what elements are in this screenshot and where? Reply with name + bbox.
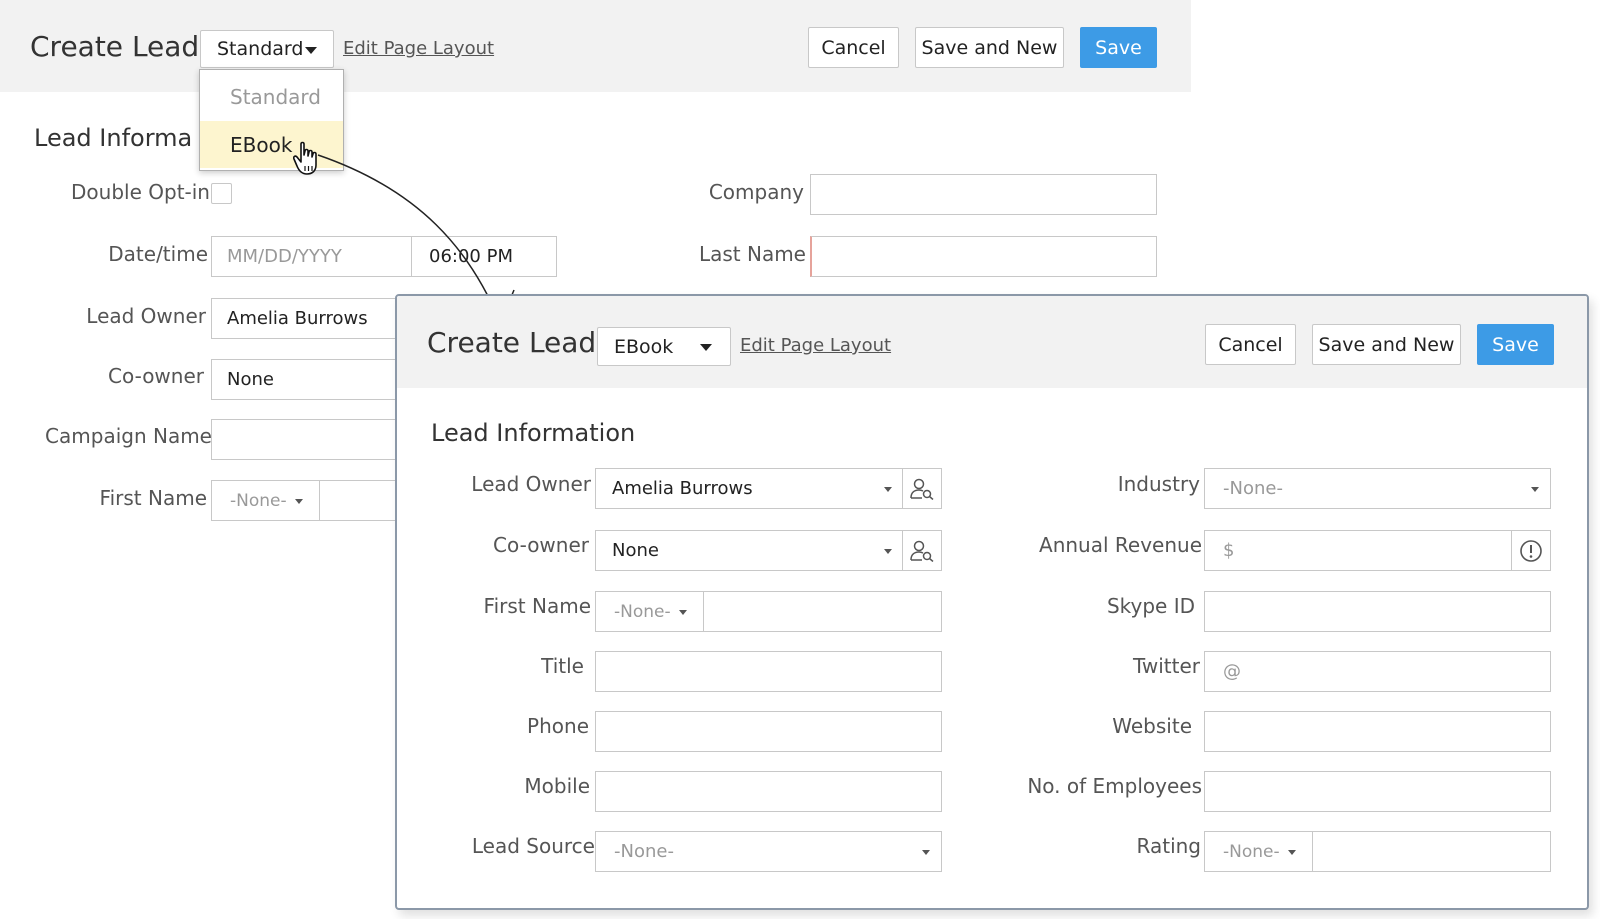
skype-id-input[interactable] (1204, 591, 1551, 632)
modal-layout-select[interactable]: EBook (597, 327, 731, 366)
first-name-label: First Name (483, 594, 591, 618)
lead-owner-select[interactable]: Amelia Burrows (595, 468, 903, 509)
lead-owner-lookup-button[interactable] (902, 468, 942, 509)
website-input[interactable] (1204, 711, 1551, 752)
twitter-input[interactable]: @ (1204, 651, 1551, 692)
modal-layout-select-value: EBook (614, 335, 674, 358)
caret-down-icon (884, 549, 892, 554)
annual-revenue-label: Annual Revenue (1039, 533, 1202, 557)
modal-title: Create Lead (427, 326, 597, 359)
mobile-label: Mobile (524, 774, 590, 798)
modal-save-button[interactable]: Save (1477, 324, 1554, 365)
employees-label: No. of Employees (1027, 774, 1202, 798)
twitter-label: Twitter (1132, 654, 1200, 678)
info-icon (1520, 539, 1542, 562)
modal-edit-page-layout-link[interactable]: Edit Page Layout (740, 335, 891, 356)
user-search-icon (910, 540, 934, 562)
phone-input[interactable] (595, 711, 942, 752)
salutation-select[interactable]: -None- (614, 602, 671, 622)
annual-revenue-info-button[interactable] (1511, 530, 1551, 571)
lead-source-select[interactable]: -None- (595, 831, 942, 872)
annual-revenue-input[interactable]: $ (1204, 530, 1512, 571)
skype-id-label: Skype ID (1106, 594, 1195, 618)
website-label: Website (1112, 714, 1192, 738)
rating-select[interactable]: -None- (1223, 842, 1280, 862)
coowner-label: Co-owner (493, 533, 589, 557)
title-label: Title (541, 654, 584, 678)
caret-down-icon (1531, 487, 1539, 492)
phone-label: Phone (527, 714, 589, 738)
user-search-icon (910, 478, 934, 500)
caret-down-icon (1288, 850, 1296, 855)
caret-down-icon (922, 850, 930, 855)
industry-label: Industry (1117, 472, 1200, 496)
modal-cancel-button[interactable]: Cancel (1205, 324, 1296, 365)
caret-down-icon (700, 344, 712, 351)
coowner-select[interactable]: None (595, 530, 903, 571)
first-name-field[interactable]: -None- (595, 591, 942, 632)
modal-section-title: Lead Information (431, 419, 636, 447)
employees-input[interactable] (1204, 771, 1551, 812)
ebook-layout-panel: Create Lead EBook Edit Page Layout Cance… (395, 294, 1589, 910)
coowner-lookup-button[interactable] (902, 530, 942, 571)
lead-owner-label: Lead Owner (471, 472, 591, 496)
rating-label: Rating (1136, 834, 1201, 858)
mobile-input[interactable] (595, 771, 942, 812)
caret-down-icon (884, 487, 892, 492)
modal-save-and-new-button[interactable]: Save and New (1312, 324, 1461, 365)
rating-field[interactable]: -None- (1204, 831, 1551, 872)
lead-source-label: Lead Source (471, 834, 595, 858)
caret-down-icon (679, 610, 687, 615)
title-input[interactable] (595, 651, 942, 692)
industry-select[interactable]: -None- (1204, 468, 1551, 509)
